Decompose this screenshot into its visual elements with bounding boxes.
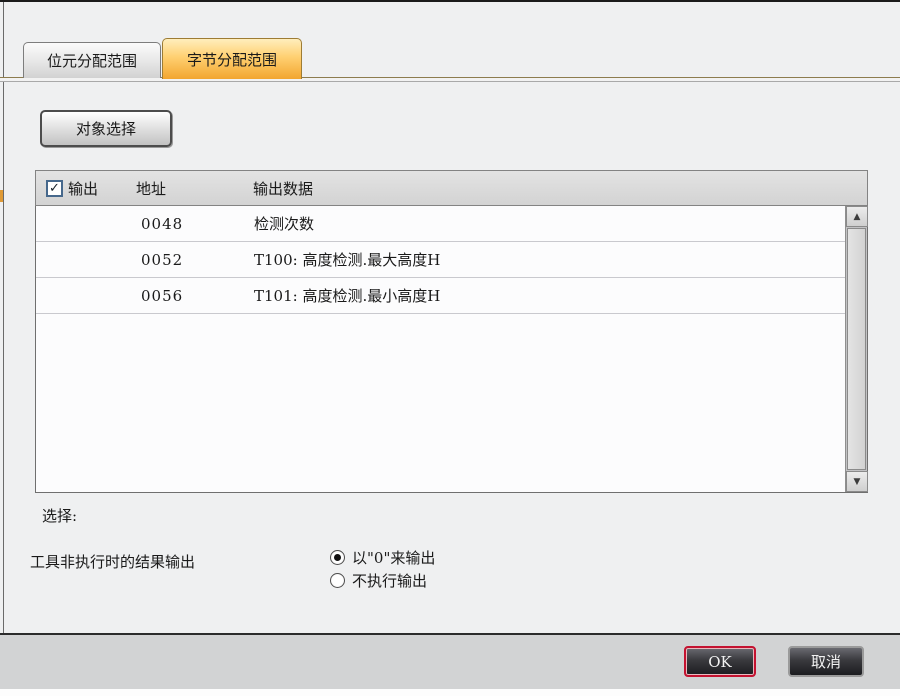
radio-output-as-zero[interactable]: 以"0"来输出 xyxy=(330,547,435,568)
left-edge-orange-tick xyxy=(0,190,3,202)
scrollbar-thumb[interactable] xyxy=(847,228,866,470)
nonexec-output-label: 工具非执行时的结果输出 xyxy=(30,551,195,572)
tab-byte-allocation-range[interactable]: 字节分配范围 xyxy=(162,38,302,79)
left-border xyxy=(3,2,4,634)
radio-label: 以"0"来输出 xyxy=(352,547,435,568)
selection-label: 选择: xyxy=(42,505,77,526)
radio-label: 不执行输出 xyxy=(352,570,427,591)
column-header-output: 输出 xyxy=(68,171,98,205)
ok-button-label: OK xyxy=(708,653,732,671)
radio-no-output[interactable]: 不执行输出 xyxy=(330,570,427,591)
table-header: ✓ 输出 地址 输出数据 xyxy=(35,170,868,206)
row-data: T101: 高度检测.最小高度H xyxy=(254,278,440,313)
row-data: T100: 高度检测.最大高度H xyxy=(254,242,440,277)
footer: OK 取消 xyxy=(0,635,900,689)
radio-selected-icon xyxy=(330,550,345,565)
table-row[interactable]: 0052 T100: 高度检测.最大高度H xyxy=(36,242,867,278)
scroll-up-icon: ▲ xyxy=(854,212,861,222)
scroll-down-icon: ▼ xyxy=(854,477,861,487)
cancel-button[interactable]: 取消 xyxy=(788,646,864,677)
tab-bit-allocation-range[interactable]: 位元分配范围 xyxy=(23,42,161,78)
allocation-dialog: 位元分配范围 字节分配范围 对象选择 ✓ 输出 地址 输出数据 0048 检测次… xyxy=(0,0,900,696)
row-address: 0052 xyxy=(141,242,183,277)
cancel-button-label: 取消 xyxy=(811,651,841,672)
top-border xyxy=(0,0,900,2)
bottom-strip xyxy=(0,689,900,696)
scroll-down-button[interactable]: ▼ xyxy=(846,471,868,492)
table-row[interactable]: 0056 T101: 高度检测.最小高度H xyxy=(36,278,867,314)
ok-button[interactable]: OK xyxy=(684,646,756,677)
column-header-address: 地址 xyxy=(136,171,166,205)
vertical-scrollbar[interactable]: ▲ ▼ xyxy=(845,206,867,492)
column-header-data: 输出数据 xyxy=(253,171,313,205)
row-address: 0048 xyxy=(141,206,183,241)
row-data: 检测次数 xyxy=(254,206,314,241)
scroll-up-button[interactable]: ▲ xyxy=(846,206,868,227)
row-address: 0056 xyxy=(141,278,183,313)
output-checkbox[interactable]: ✓ xyxy=(46,180,63,197)
output-data-list: 0048 检测次数 0052 T100: 高度检测.最大高度H 0056 T10… xyxy=(35,206,868,493)
tab-label: 位元分配范围 xyxy=(47,50,137,71)
table-row[interactable]: 0048 检测次数 xyxy=(36,206,867,242)
object-select-label: 对象选择 xyxy=(76,118,136,139)
radio-unselected-icon xyxy=(330,573,345,588)
checkmark-icon: ✓ xyxy=(49,181,60,196)
tab-label: 字节分配范围 xyxy=(187,49,277,70)
object-select-button[interactable]: 对象选择 xyxy=(40,110,172,147)
